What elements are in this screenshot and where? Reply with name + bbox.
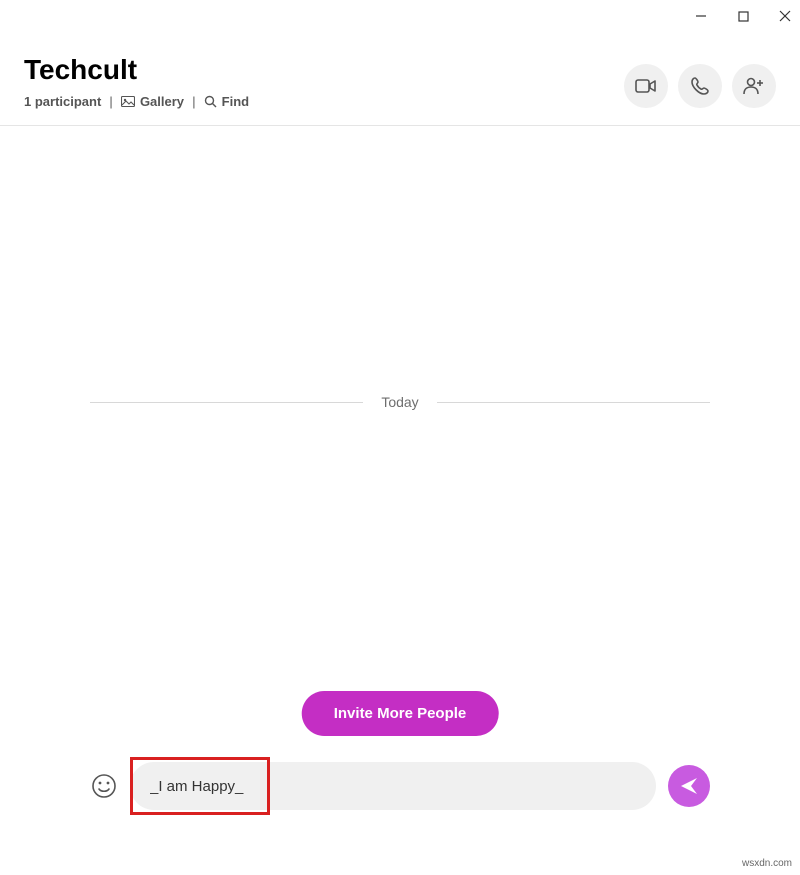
maximize-button[interactable] [736, 9, 750, 23]
divider-line [90, 402, 363, 403]
emoji-picker-button[interactable] [90, 772, 118, 800]
window-controls [0, 0, 800, 32]
close-icon [779, 10, 791, 22]
divider-line [437, 402, 710, 403]
smiley-icon [91, 773, 117, 799]
header-meta: 1 participant | Gallery | Find [24, 94, 249, 109]
find-link[interactable]: Find [204, 94, 249, 109]
gallery-link[interactable]: Gallery [121, 94, 184, 109]
gallery-label: Gallery [140, 94, 184, 109]
minimize-button[interactable] [694, 9, 708, 23]
header-left: Techcult 1 participant | Gallery | Find [24, 54, 249, 109]
search-icon [204, 95, 217, 108]
send-icon [679, 776, 699, 796]
video-call-button[interactable] [624, 64, 668, 108]
header-actions [624, 64, 776, 108]
date-divider: Today [0, 394, 800, 410]
message-input[interactable] [130, 762, 656, 810]
meta-separator: | [192, 94, 196, 109]
audio-call-button[interactable] [678, 64, 722, 108]
invite-more-people-button[interactable]: Invite More People [302, 691, 499, 736]
add-participant-button[interactable] [732, 64, 776, 108]
message-input-wrap [130, 762, 656, 810]
find-label: Find [222, 94, 249, 109]
date-label: Today [363, 394, 436, 410]
meta-separator: | [109, 94, 113, 109]
send-button[interactable] [668, 765, 710, 807]
chat-header: Techcult 1 participant | Gallery | Find [0, 32, 800, 126]
message-input-row [0, 756, 800, 810]
watermark: wsxdn.com [742, 858, 792, 869]
chat-title: Techcult [24, 54, 249, 86]
chat-body: Today Invite More People [0, 126, 800, 756]
maximize-icon [738, 11, 749, 22]
gallery-icon [121, 96, 135, 107]
close-button[interactable] [778, 9, 792, 23]
phone-icon [690, 76, 710, 96]
minimize-icon [695, 10, 707, 22]
add-person-icon [743, 76, 765, 96]
participant-count-label: 1 participant [24, 94, 101, 109]
video-icon [635, 78, 657, 94]
participant-count[interactable]: 1 participant [24, 94, 101, 109]
